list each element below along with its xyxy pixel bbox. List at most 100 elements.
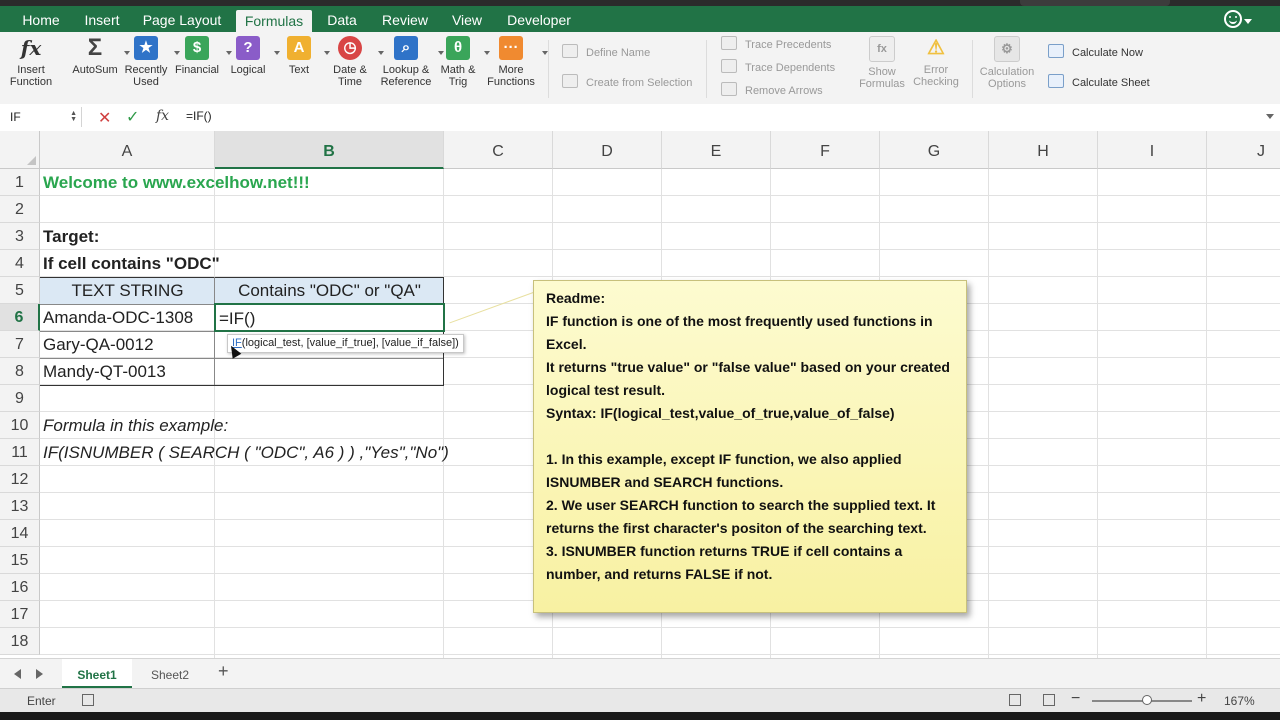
trace-precedents-button[interactable]: Trace Precedents [721,36,831,54]
row-header-7[interactable]: 7 [0,331,40,358]
column-header-d[interactable]: D [553,131,662,169]
row-header-3[interactable]: 3 [0,223,40,250]
sheet-tab-sheet1[interactable]: Sheet1 [62,659,132,689]
stepper-icon[interactable]: ▲ ▼ [70,110,77,123]
calculate-sheet-button[interactable]: Calculate Sheet [1048,74,1150,92]
column-header-b[interactable]: B [215,131,444,169]
zoom-in-icon[interactable]: + [1197,690,1206,708]
cell-a4[interactable]: If cell contains "ODC" [40,250,220,277]
cell-a8[interactable]: Mandy-QT-0013 [40,358,166,385]
define-name-button[interactable]: Define Name [562,44,650,62]
feedback-smiley-icon[interactable] [1224,10,1242,28]
cell-a1[interactable]: Welcome to www.excelhow.net!!! [40,169,310,196]
tab-home[interactable]: Home [12,6,70,32]
cell-b6-editor[interactable]: =IF() [216,305,255,332]
tab-page-layout[interactable]: Page Layout [136,6,228,32]
zoom-level[interactable]: 167% [1224,694,1255,708]
add-sheet-plus-icon[interactable]: + [218,661,229,682]
row-header-9[interactable]: 9 [0,385,40,412]
remove-arrows-button[interactable]: Remove Arrows [721,82,823,100]
gridline [443,169,444,658]
cancel-icon[interactable]: ✕ [98,108,111,128]
math-trig-button[interactable]: θ Math & Trig [436,36,490,88]
row-header-17[interactable]: 17 [0,601,40,628]
column-header-a[interactable]: A [40,131,215,169]
ribbon-divider [972,40,973,98]
macro-record-icon[interactable] [82,694,94,706]
chevron-down-icon[interactable] [1266,114,1274,119]
page-layout-view-icon[interactable] [1043,694,1055,706]
row-header-14[interactable]: 14 [0,520,40,547]
confirm-check-icon[interactable]: ✓ [126,107,139,127]
row-header-18[interactable]: 18 [0,628,40,655]
sheet-tab-sheet2[interactable]: Sheet2 [136,659,204,689]
autosum-button[interactable]: Σ AutoSum [70,36,130,76]
financial-label: Financial [174,64,220,76]
note-line [546,425,954,448]
name-box[interactable]: IF ▲ ▼ [4,107,82,127]
row-header-10[interactable]: 10 [0,412,40,439]
show-formulas-button[interactable]: fx Show Formulas [856,36,908,90]
column-header-e[interactable]: E [662,131,771,169]
cell-a10[interactable]: Formula in this example: [40,412,228,439]
formula-input[interactable]: =IF() [186,109,212,123]
recently-used-button[interactable]: ★ Recently Used [122,36,180,88]
normal-view-icon[interactable] [1009,694,1021,706]
prev-sheet-arrow-icon[interactable] [14,669,21,679]
row-header-15[interactable]: 15 [0,547,40,574]
row-header-4[interactable]: 4 [0,250,40,277]
zoom-out-icon[interactable]: − [1071,690,1080,708]
fx-icon[interactable]: fx [156,108,169,124]
lookup-reference-button[interactable]: ⌕ Lookup & Reference [378,36,444,88]
trace-dependents-button[interactable]: Trace Dependents [721,59,835,77]
tab-insert[interactable]: Insert [74,6,130,32]
note-line: Syntax: IF(logical_test,value_of_true,va… [546,405,895,421]
row-header-1[interactable]: 1 [0,169,40,196]
column-header-f[interactable]: F [771,131,880,169]
row-header-2[interactable]: 2 [0,196,40,223]
logical-button[interactable]: ? Logical [226,36,280,76]
note-line: It returns "true value" or "false value"… [546,359,950,398]
financial-button[interactable]: $ Financial [172,36,232,76]
row-header-6[interactable]: 6 [0,304,40,331]
date-time-label: Date & Time [333,64,367,88]
tab-data[interactable]: Data [318,6,366,32]
column-header-c[interactable]: C [444,131,553,169]
tab-review[interactable]: Review [376,6,434,32]
column-header-g[interactable]: G [880,131,989,169]
column-header-h[interactable]: H [989,131,1098,169]
cell-a6[interactable]: Amanda-ODC-1308 [40,304,193,331]
row-header-8[interactable]: 8 [0,358,40,385]
table-header-contains[interactable]: Contains "ODC" or "QA" [215,277,444,304]
cell-a11[interactable]: IF(ISNUMBER ( SEARCH ( "ODC", A6 ) ) ,"Y… [40,439,449,466]
worksheet-grid[interactable]: A B C D E F G H I J 1 2 3 4 5 6 7 8 9 10… [0,131,1280,658]
cell-a3[interactable]: Target: [40,223,99,250]
active-cell-b6[interactable]: =IF() [214,303,445,332]
text-button[interactable]: A Text [278,36,330,76]
chevron-down-icon[interactable] [1244,19,1252,24]
row-header-11[interactable]: 11 [0,439,40,466]
calculation-options-button[interactable]: ⚙ Calculation Options [978,36,1036,90]
column-header-j[interactable]: J [1207,131,1280,169]
tab-view[interactable]: View [444,6,490,32]
table-header-text-string[interactable]: TEXT STRING [40,277,215,304]
create-from-selection-button[interactable]: Create from Selection [562,74,692,92]
cell-a7[interactable]: Gary-QA-0012 [40,331,154,358]
tab-developer[interactable]: Developer [500,6,578,32]
row-header-5[interactable]: 5 [0,277,40,304]
date-time-button[interactable]: ◷ Date & Time [326,36,384,88]
tab-formulas[interactable]: Formulas [236,10,312,32]
next-sheet-arrow-icon[interactable] [36,669,43,679]
row-header-13[interactable]: 13 [0,493,40,520]
more-functions-button[interactable]: ··· More Functions [484,36,548,88]
insert-function-button[interactable]: fx Insert Function [4,36,58,88]
row-header-16[interactable]: 16 [0,574,40,601]
readme-comment-box[interactable]: Readme: IF function is one of the most f… [533,280,967,613]
select-all-corner[interactable] [0,131,40,169]
table-icon [562,74,578,88]
error-checking-button[interactable]: ⚠ Error Checking [910,36,962,88]
column-header-i[interactable]: I [1098,131,1207,169]
zoom-slider-thumb[interactable] [1142,695,1152,705]
row-header-12[interactable]: 12 [0,466,40,493]
calculate-now-button[interactable]: Calculate Now [1048,44,1143,62]
